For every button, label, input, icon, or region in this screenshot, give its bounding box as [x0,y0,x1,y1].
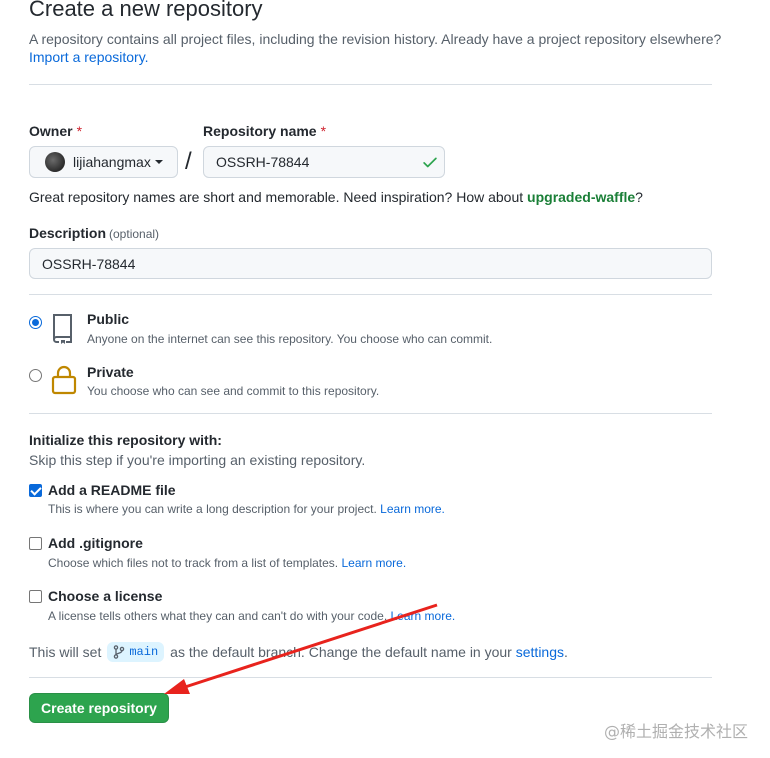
visibility-private-title: Private [87,364,134,380]
divider [29,677,712,678]
radio-private[interactable] [29,369,42,382]
gitignore-title: Add .gitignore [48,535,143,551]
branch-prefix: This will set [29,644,102,660]
name-hint: Great repository names are short and mem… [29,189,643,205]
branch-chip: main [107,642,165,662]
owner-label: Owner * [29,123,82,139]
branch-middle: as the default branch. Change the defaul… [170,644,512,660]
optional-note: (optional) [109,227,160,241]
name-hint-suffix: ? [635,189,643,205]
description-input[interactable] [29,248,712,279]
visibility-public-desc: Anyone on the internet can see this repo… [87,332,493,346]
owner-value: lijiahangmax [73,154,151,170]
repo-icon [53,314,72,344]
license-title: Choose a license [48,588,163,604]
caret-down-icon [154,160,163,164]
name-suggestion-link[interactable]: upgraded-waffle [527,189,635,205]
owner-repo-separator: / [185,148,192,175]
readme-title: Add a README file [48,482,176,498]
settings-link[interactable]: settings [516,644,564,660]
create-repository-button[interactable]: Create repository [29,693,169,723]
readme-desc: This is where you can write a long descr… [48,502,445,516]
git-branch-icon [114,645,125,659]
page-title: Create a new repository [29,0,263,21]
check-icon [423,157,437,168]
import-repository-link[interactable]: Import a repository. [29,49,149,65]
readme-learn-more-link[interactable]: Learn more. [380,502,445,516]
branch-suffix: . [564,644,568,660]
visibility-private-desc: You choose who can see and commit to thi… [87,384,380,398]
gitignore-learn-more-link[interactable]: Learn more. [341,556,406,570]
branch-name: main [129,645,159,659]
default-branch-note: This will set main as the default branch… [29,642,568,662]
visibility-public-title: Public [87,311,130,327]
required-mark: * [76,123,83,139]
divider [29,413,712,414]
repository-name-label: Repository name * [203,123,326,139]
required-mark: * [320,123,327,139]
owner-select[interactable]: lijiahangmax [29,146,178,178]
avatar [45,152,65,172]
gitignore-desc: Choose which files not to track from a l… [48,556,406,570]
repository-name-label-text: Repository name [203,123,317,139]
owner-label-text: Owner [29,123,73,139]
annotation-arrowhead [164,679,190,694]
gitignore-checkbox[interactable] [29,537,42,550]
page-subtitle: A repository contains all project files,… [29,31,722,47]
initialize-subtitle: Skip this step if you're importing an ex… [29,452,366,468]
divider [29,84,712,85]
license-learn-more-link[interactable]: Learn more. [391,609,456,623]
license-checkbox[interactable] [29,590,42,603]
divider [29,294,712,295]
license-desc: A license tells others what they can and… [48,609,455,623]
description-label: Description (optional) [29,225,159,241]
watermark: @稀土掘金技术社区 [604,722,749,741]
gitignore-desc-text: Choose which files not to track from a l… [48,556,339,570]
repository-name-input[interactable] [203,146,445,178]
name-hint-text: Great repository names are short and mem… [29,189,528,205]
readme-checkbox[interactable] [29,484,42,497]
description-label-text: Description [29,225,107,241]
initialize-title: Initialize this repository with: [29,432,222,448]
radio-public[interactable] [29,316,42,329]
readme-desc-text: This is where you can write a long descr… [48,502,377,516]
license-desc-text: A license tells others what they can and… [48,609,388,623]
lock-icon [51,365,77,395]
